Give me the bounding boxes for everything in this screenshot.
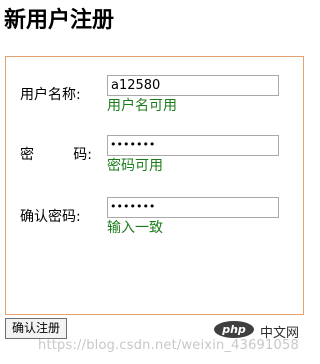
confirm-password-input[interactable]: ••••••• (107, 197, 279, 218)
confirm-password-masked-value: ••••••• (110, 200, 156, 213)
password-label-char-2: 码: (73, 147, 92, 163)
username-label: 用户名称: (20, 87, 81, 103)
confirm-password-hint: 输入一致 (107, 220, 163, 236)
submit-button[interactable]: 确认注册 (5, 318, 68, 339)
php-logo-icon: php (214, 321, 254, 338)
username-hint: 用户名可用 (107, 98, 177, 114)
password-masked-value: ••••••• (110, 138, 156, 151)
password-hint: 密码可用 (107, 158, 163, 174)
confirm-password-label: 确认密码: (20, 209, 81, 225)
page-title: 新用户注册 (4, 8, 115, 33)
confirm-password-row: 确认密码: ••••••• 输入一致 (6, 197, 303, 247)
username-row: 用户名称: 用户名可用 (6, 75, 303, 125)
password-input[interactable]: ••••••• (107, 135, 279, 156)
password-row: 密 码: ••••••• 密码可用 (6, 135, 303, 185)
registration-form: 用户名称: 用户名可用 密 码: ••••••• 密码可用 确认密码: ••••… (5, 56, 304, 315)
password-label-char-1: 密 (20, 147, 34, 163)
registration-page: 新用户注册 用户名称: 用户名可用 密 码: ••••••• 密码可用 确认密码… (0, 0, 315, 364)
username-input[interactable] (107, 75, 279, 96)
password-label: 密 码: (20, 146, 92, 164)
watermark-url: https://blog.csdn.net/weixin_43691058 (38, 338, 299, 353)
